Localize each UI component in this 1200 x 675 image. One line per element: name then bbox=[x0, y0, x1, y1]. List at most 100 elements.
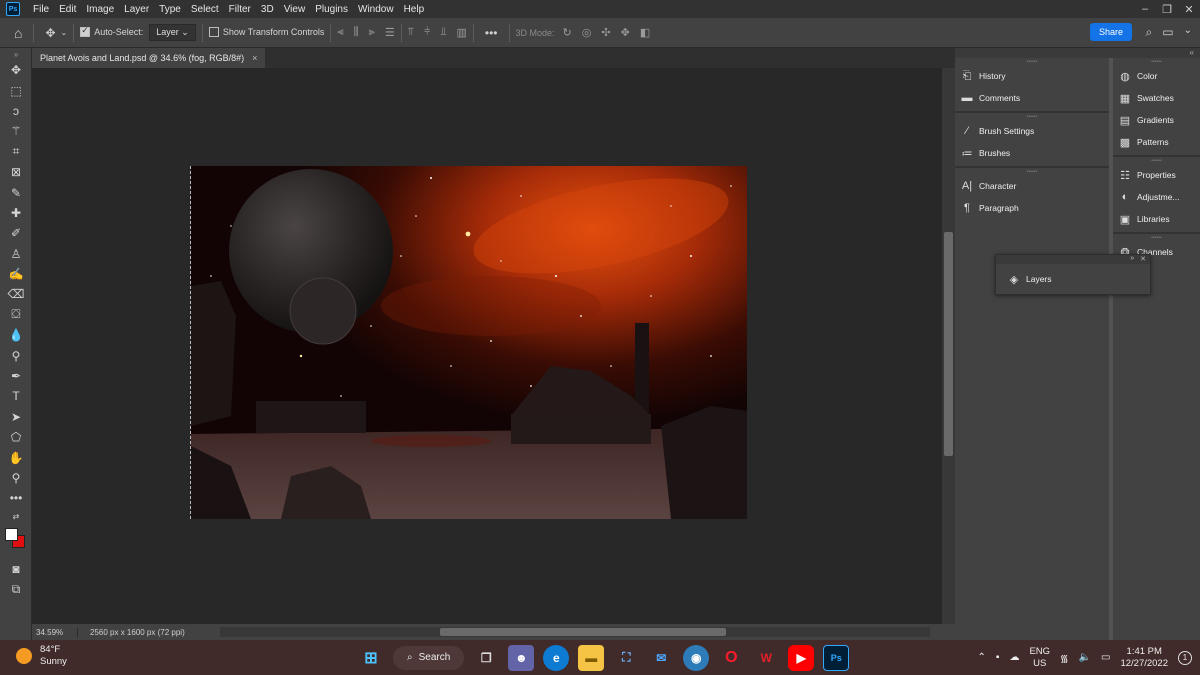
menu-help[interactable]: Help bbox=[399, 4, 430, 15]
canvas-area[interactable] bbox=[32, 68, 942, 624]
move-tool-icon[interactable]: ✥ bbox=[40, 26, 60, 40]
swap-colors-icon[interactable]: ⇄ bbox=[0, 509, 32, 525]
history-brush-tool-icon[interactable]: ✍ bbox=[0, 264, 32, 284]
maps-globe-icon[interactable]: ◉ bbox=[683, 644, 710, 671]
zoom-tool-icon[interactable]: ⚲ bbox=[0, 468, 32, 488]
dodge-tool-icon[interactable]: ⚲ bbox=[0, 345, 32, 365]
scrollbar-thumb[interactable] bbox=[944, 232, 953, 456]
horizontal-scrollbar[interactable] bbox=[220, 627, 930, 637]
menu-3d[interactable]: 3D bbox=[256, 4, 279, 15]
slide-3d-icon[interactable]: ✥ bbox=[621, 26, 630, 39]
collapse-icon[interactable]: » bbox=[0, 48, 32, 60]
taskbar-search[interactable]: ⌕ Search bbox=[393, 645, 465, 670]
panel-layers[interactable]: ◈ Layers bbox=[996, 264, 1150, 294]
move-tool-icon[interactable]: ✥ bbox=[0, 60, 32, 80]
dock-collapse-strip[interactable]: « bbox=[955, 48, 1200, 58]
menu-edit[interactable]: Edit bbox=[54, 4, 81, 15]
share-button[interactable]: Share bbox=[1089, 23, 1132, 41]
close-icon[interactable]: ✕ bbox=[1140, 255, 1146, 264]
orbit-3d-icon[interactable]: ↻ bbox=[563, 26, 572, 39]
frame-tool-icon[interactable]: ⊠ bbox=[0, 162, 32, 182]
menu-image[interactable]: Image bbox=[81, 4, 119, 15]
marquee-tool-icon[interactable]: ⬚ bbox=[0, 80, 32, 100]
align-bottom-icon[interactable]: ⫫ bbox=[440, 26, 446, 39]
notification-badge[interactable]: 1 bbox=[1178, 650, 1192, 665]
clock[interactable]: 1:41 PM 12/27/2022 bbox=[1120, 646, 1168, 670]
lasso-tool-icon[interactable]: ↄ bbox=[0, 101, 32, 121]
show-hidden-icons-icon[interactable]: ⌃ bbox=[978, 652, 986, 663]
brush-tool-icon[interactable]: ✐ bbox=[0, 223, 32, 243]
menu-type[interactable]: Type bbox=[154, 4, 186, 15]
quick-mask-icon[interactable]: ◙ bbox=[0, 559, 32, 579]
align-middle-icon[interactable]: ⫩ bbox=[424, 26, 430, 39]
align-center-icon[interactable]: ⫼ bbox=[354, 26, 359, 39]
auto-select-dropdown[interactable]: Layer ⌄ bbox=[149, 24, 196, 41]
menu-file[interactable]: File bbox=[28, 4, 54, 15]
pan-3d-icon[interactable]: ✣ bbox=[601, 26, 610, 39]
distribute-horizontal-icon[interactable]: ☰ bbox=[385, 26, 395, 39]
weather-widget[interactable]: 84°F Sunny bbox=[16, 644, 67, 668]
menu-plugins[interactable]: Plugins bbox=[310, 4, 353, 15]
microsoft-store-icon[interactable]: ⛶ bbox=[613, 645, 639, 671]
edge-browser-icon[interactable]: e bbox=[543, 644, 570, 671]
panel-brush-settings[interactable]: ⁄ Brush Settings bbox=[955, 120, 1109, 142]
align-right-icon[interactable]: ⫸ bbox=[369, 26, 375, 39]
floating-panel-header[interactable]: » ✕ bbox=[996, 255, 1150, 264]
chevron-down-icon[interactable]: ⌄ bbox=[1184, 25, 1192, 40]
blur-tool-icon[interactable]: 💧 bbox=[0, 325, 32, 345]
roll-3d-icon[interactable]: ◎ bbox=[582, 26, 592, 39]
file-explorer-icon[interactable]: ▬ bbox=[578, 644, 605, 671]
panel-character[interactable]: A| Character bbox=[955, 175, 1109, 197]
language-indicator[interactable]: ENG US bbox=[1029, 646, 1050, 670]
scale-3d-icon[interactable]: ◧ bbox=[640, 26, 650, 39]
workspace-icon[interactable]: ▭ bbox=[1162, 25, 1173, 40]
show-transform-controls-checkbox[interactable]: Show Transform Controls bbox=[208, 27, 324, 38]
eyedropper-tool-icon[interactable]: ✎ bbox=[0, 182, 32, 202]
battery-icon[interactable]: ▭ bbox=[1101, 652, 1110, 663]
magic-wand-tool-icon[interactable]: ⚚ bbox=[0, 121, 32, 141]
home-icon[interactable]: ⌂ bbox=[0, 25, 27, 41]
menu-select[interactable]: Select bbox=[186, 4, 224, 15]
hand-tool-icon[interactable]: ✋ bbox=[0, 447, 32, 467]
opera-browser-icon[interactable]: O bbox=[718, 645, 744, 671]
panel-history[interactable]: ⎗ History bbox=[955, 65, 1109, 87]
align-left-icon[interactable]: ⫷ bbox=[337, 26, 343, 39]
collapse-icon[interactable]: « bbox=[1190, 48, 1194, 57]
windows-start-icon[interactable]: ⊞ bbox=[358, 645, 384, 671]
mail-icon[interactable]: ✉ bbox=[648, 645, 674, 671]
panel-color[interactable]: ◍ Color bbox=[1113, 65, 1200, 87]
healing-brush-tool-icon[interactable]: ✚ bbox=[0, 203, 32, 223]
scrollbar-thumb[interactable] bbox=[440, 628, 726, 636]
task-view-icon[interactable]: ❐ bbox=[473, 645, 499, 671]
color-swatches[interactable] bbox=[0, 525, 32, 553]
onedrive-cloud-icon[interactable]: ☁ bbox=[1009, 652, 1019, 663]
search-icon[interactable]: ⌕ bbox=[1146, 25, 1153, 40]
minimize-icon[interactable]: – bbox=[1134, 0, 1156, 18]
close-icon[interactable]: ✕ bbox=[1178, 0, 1200, 18]
panel-paragraph[interactable]: ¶ Paragraph bbox=[955, 197, 1109, 219]
type-tool-icon[interactable]: T bbox=[0, 386, 32, 406]
path-selection-tool-icon[interactable]: ➤ bbox=[0, 407, 32, 427]
wifi-icon[interactable]: ᯾ bbox=[1060, 651, 1069, 665]
align-top-icon[interactable]: ⫪ bbox=[408, 26, 414, 39]
menu-window[interactable]: Window bbox=[353, 4, 399, 15]
panel-swatches[interactable]: ▦ Swatches bbox=[1113, 87, 1200, 109]
distribute-vertical-icon[interactable]: ▥ bbox=[457, 26, 467, 39]
restore-icon[interactable]: ❐ bbox=[1156, 0, 1178, 18]
panel-comments[interactable]: ▬ Comments bbox=[955, 87, 1109, 109]
close-icon[interactable]: × bbox=[252, 53, 257, 63]
teams-chat-icon[interactable]: ☻ bbox=[508, 644, 535, 671]
youtube-icon[interactable]: ▶ bbox=[788, 644, 815, 671]
eraser-tool-icon[interactable]: ⌫ bbox=[0, 284, 32, 304]
panel-properties[interactable]: ☷ Properties bbox=[1113, 164, 1200, 186]
clone-stamp-tool-icon[interactable]: ♙ bbox=[0, 244, 32, 264]
shape-tool-icon[interactable]: ⬠ bbox=[0, 427, 32, 447]
document-canvas[interactable] bbox=[190, 166, 747, 519]
pen-tool-icon[interactable]: ✒ bbox=[0, 366, 32, 386]
panel-brushes[interactable]: ≔ Brushes bbox=[955, 142, 1109, 164]
layers-panel-floating[interactable]: » ✕ ◈ Layers bbox=[995, 254, 1151, 295]
zoom-level[interactable]: 34.59% bbox=[32, 627, 78, 637]
menu-layer[interactable]: Layer bbox=[119, 4, 154, 15]
paint-bucket-tool-icon[interactable]: ⛋ bbox=[0, 305, 32, 325]
panel-adjustments[interactable]: ◐ Adjustme... bbox=[1113, 186, 1200, 208]
